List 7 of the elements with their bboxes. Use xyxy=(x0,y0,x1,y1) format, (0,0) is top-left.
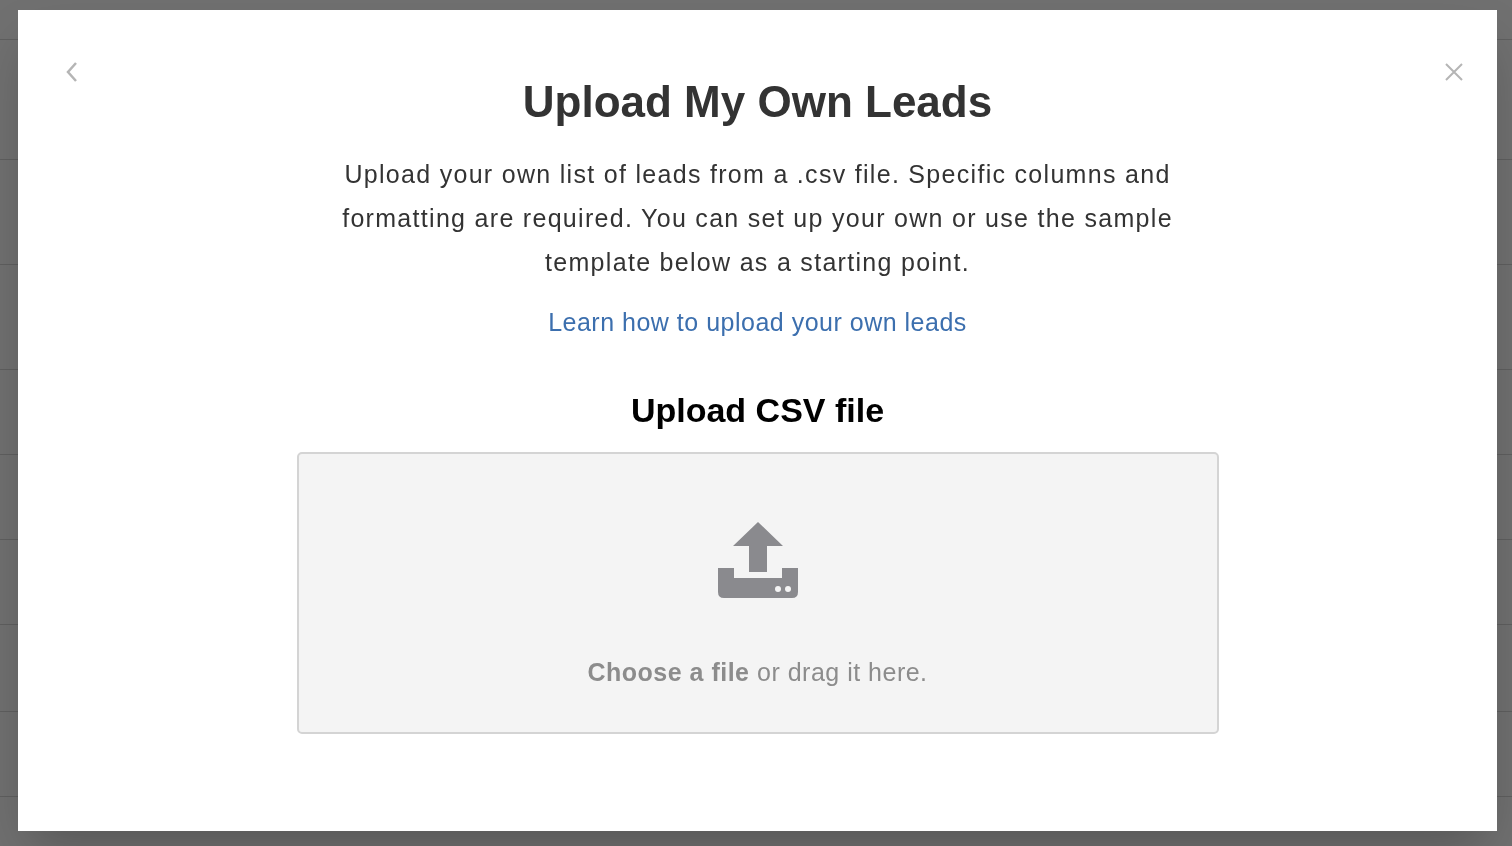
file-dropzone[interactable]: Choose a file or drag it here. xyxy=(296,452,1219,734)
help-link[interactable]: Learn how to upload your own leads xyxy=(548,304,967,340)
description-text: Upload your own list of leads from a .csv file. Specific columns and formatting are required. You can set up your own or use the sample template below as a starting point. xyxy=(341,159,1174,278)
dialog-title: Upload My Own Leads xyxy=(522,76,993,128)
dropzone-prompt: Choose a file or drag it here. xyxy=(587,657,928,688)
section-title: Upload CSV file xyxy=(630,390,885,431)
upload-icon xyxy=(717,522,798,598)
